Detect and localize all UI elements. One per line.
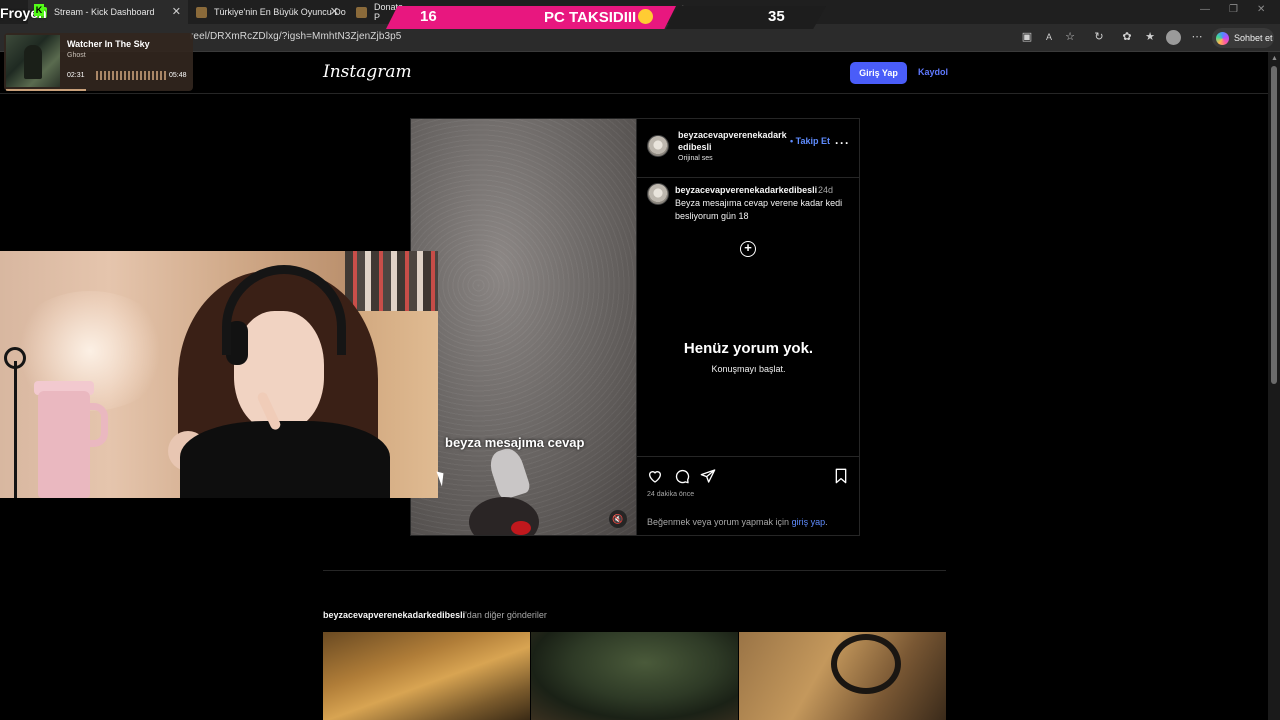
tab-label: Stream - Kick Dashboard <box>54 7 155 17</box>
login-link[interactable]: giriş yap <box>792 517 826 527</box>
webcam-ring-light-stand <box>14 361 17 498</box>
more-posts-title: beyzacevapverenekadarkedibesli'dan diğer… <box>323 610 547 620</box>
score-banner: 16 PC TAKSIDIII 35 <box>386 6 826 29</box>
close-tab-icon[interactable]: ✕ <box>172 5 181 18</box>
avatar[interactable] <box>647 183 669 205</box>
page-scrollbar[interactable]: ▲ <box>1268 52 1280 720</box>
more-icon[interactable]: ⋯ <box>1190 30 1204 44</box>
like-heart-icon[interactable] <box>647 468 663 484</box>
webcam-cup-handle <box>86 403 108 447</box>
load-more-comments-icon[interactable]: + <box>740 241 756 257</box>
post-username[interactable]: beyzacevapverenekadarkedibesli <box>678 129 788 153</box>
copilot-chat-button[interactable]: Sohbet et <box>1212 28 1274 48</box>
login-prompt-end: . <box>825 517 828 527</box>
webcam-black-top <box>180 421 390 498</box>
maximize-icon[interactable]: ❐ <box>1229 4 1238 15</box>
save-bookmark-icon[interactable] <box>833 468 849 484</box>
now-playing-widget: Watcher In The Sky Ghost 02:31 05:48 <box>4 33 193 91</box>
extensions-icon[interactable]: ✿ <box>1120 30 1134 44</box>
login-prompt-text: Beğenmek veya yorum yapmak için <box>647 517 790 527</box>
start-conversation-text: Konuşmayı başlat. <box>711 364 786 374</box>
header-divider <box>0 93 1268 94</box>
score-left: 16 <box>420 8 437 25</box>
video-caption: beyza mesajıma cevap <box>445 435 585 450</box>
scrollbar-thumb[interactable] <box>1271 66 1277 384</box>
song-artist: Ghost <box>67 52 86 59</box>
caption-time: 24d <box>818 185 834 195</box>
more-posts-user[interactable]: beyzacevapverenekadarkedibesli <box>323 610 465 620</box>
site-favicon-icon <box>196 6 207 18</box>
reel-post: beyza mesajıma cevap 🔇 beyzacevapverenek… <box>410 118 860 536</box>
copilot-icon <box>1216 31 1229 45</box>
login-prompt: Beğenmek veya yorum yapmak için giriş ya… <box>647 517 828 527</box>
post-sidebar: beyzacevapverenekadarkedibesli Orijinal … <box>636 119 859 535</box>
more-posts-divider <box>323 570 946 571</box>
minimize-icon[interactable]: — <box>1200 4 1210 15</box>
score-title: PC TAKSIDIII <box>544 9 654 26</box>
tab-label: Türkiye'nin En Büyük Oyuncu Do <box>214 7 346 17</box>
mute-icon[interactable]: 🔇 <box>609 510 627 528</box>
url-field[interactable]: reel/DRXmRcZDlxg/?igsh=MmhtN3ZjenZjb3p5 <box>190 31 401 42</box>
score-right: 35 <box>768 8 785 25</box>
more-post-thumbnail[interactable] <box>739 632 946 720</box>
reel-video[interactable]: beyza mesajıma cevap 🔇 <box>411 119 636 535</box>
close-window-icon[interactable]: ✕ <box>1257 4 1265 15</box>
more-options-icon[interactable]: ··· <box>835 136 850 150</box>
caption-username[interactable]: beyzacevapverenekadarkedibesli <box>675 185 817 195</box>
webcam-feed <box>0 251 438 498</box>
split-screen-icon[interactable]: ▣ <box>1020 30 1034 44</box>
more-posts-suffix: 'dan diğer gönderiler <box>465 610 547 620</box>
comment-icon[interactable] <box>674 468 690 484</box>
audio-label[interactable]: Orijinal ses <box>678 155 713 162</box>
total-time: 05:48 <box>169 72 187 79</box>
webcam-pink-cup <box>38 391 90 498</box>
song-title: Watcher In The Sky <box>67 39 150 49</box>
follow-label: Takip Et <box>795 136 830 146</box>
avatar[interactable] <box>647 135 669 157</box>
audio-waveform <box>96 71 166 80</box>
favorite-star-icon[interactable]: ☆ <box>1063 30 1077 44</box>
share-icon[interactable] <box>700 468 716 484</box>
instagram-logo[interactable]: Instagram <box>323 62 412 82</box>
no-comments-title: Henüz yorum yok. <box>683 340 814 357</box>
divider <box>637 177 859 178</box>
elapsed-time: 02:31 <box>67 72 85 79</box>
site-favicon-icon <box>356 6 367 18</box>
score-banner-dark <box>666 6 826 29</box>
score-title-text: PC TAKSIDIII <box>544 9 637 26</box>
favorites-icon[interactable]: ★ <box>1143 30 1157 44</box>
more-post-thumbnail[interactable] <box>323 632 530 720</box>
video-red-object <box>511 521 531 535</box>
album-cover <box>6 35 60 87</box>
webcam-ring-light <box>4 347 26 369</box>
emoji-face-icon <box>638 9 654 24</box>
post-time-ago: 24 dakika önce <box>647 491 695 498</box>
tab-kick-dashboard[interactable]: Stream - Kick Dashboard ✕ <box>28 0 188 24</box>
motorcycle-wheel <box>831 634 901 694</box>
divider <box>637 456 859 457</box>
read-aloud-icon[interactable]: A <box>1042 30 1056 44</box>
more-post-thumbnail[interactable] <box>531 632 738 720</box>
follow-button[interactable]: • Takip Et <box>790 136 830 146</box>
login-button[interactable]: Giriş Yap <box>850 62 907 84</box>
scroll-up-icon[interactable]: ▲ <box>1271 55 1278 62</box>
profile-icon[interactable] <box>1166 30 1181 45</box>
kick-logo-icon: K <box>34 4 44 16</box>
refresh-extension-icon[interactable]: ↻ <box>1092 30 1106 44</box>
music-progress-bar <box>6 89 86 91</box>
caption-text: Beyza mesajıma cevap verene kadar kedi b… <box>675 198 843 221</box>
tab-oyuncu[interactable]: Türkiye'nin En Büyük Oyuncu Do ✕ <box>190 0 346 24</box>
chat-button-label: Sohbet et <box>1234 33 1273 43</box>
signup-link[interactable]: Kaydol <box>918 67 948 77</box>
close-tab-icon[interactable]: ✕ <box>330 5 339 18</box>
